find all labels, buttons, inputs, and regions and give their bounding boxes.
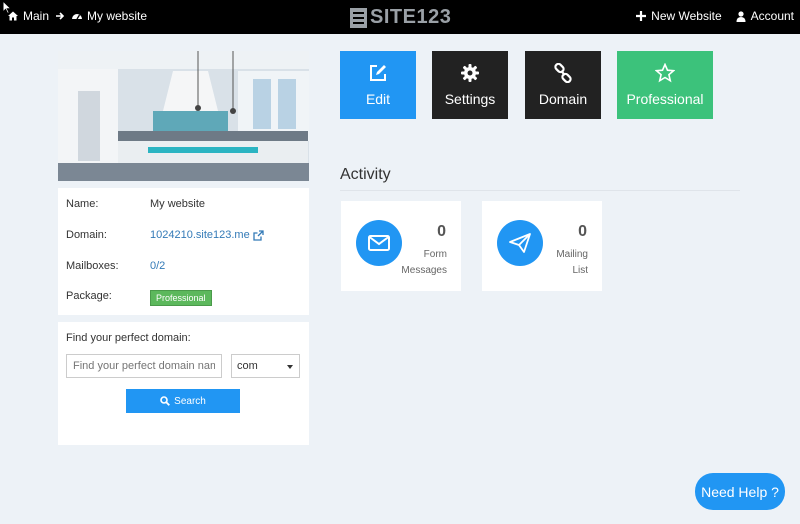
domain-label: Domain:: [66, 229, 107, 241]
new-website-link[interactable]: New Website: [636, 9, 722, 23]
site-info-card: Name: My website Domain: 1024210.site123…: [58, 188, 309, 315]
package-badge: Professional: [150, 290, 212, 306]
domain-search-input[interactable]: [66, 354, 222, 378]
domain-value: 1024210.site123.me: [150, 229, 250, 241]
top-bar: Main My website SITE123 New Website Acco…: [0, 0, 800, 34]
breadcrumb-site-label: My website: [87, 9, 148, 23]
arrow-right-icon: [56, 12, 65, 20]
search-button-label: Search: [174, 395, 206, 407]
edit-label: Edit: [365, 91, 391, 107]
settings-label: Settings: [444, 91, 496, 107]
professional-button[interactable]: Professional: [617, 51, 713, 119]
site123-logo[interactable]: SITE123: [350, 6, 451, 29]
plus-icon: [636, 11, 647, 21]
kitchen-photo: [58, 51, 309, 181]
account-link[interactable]: Account: [736, 9, 794, 23]
activity-title: Activity: [340, 166, 391, 183]
caret-down-icon: [287, 365, 293, 369]
form-messages-label-line2: Messages: [401, 265, 447, 276]
dashboard-icon: [72, 14, 83, 20]
form-messages-label: Form Messages: [387, 247, 447, 279]
mailing-list-card[interactable]: 0 Mailing List: [482, 201, 602, 291]
breadcrumb-main[interactable]: Main: [7, 9, 49, 23]
name-value: My website: [150, 198, 206, 210]
user-icon: [736, 10, 746, 22]
name-label: Name:: [66, 198, 99, 210]
package-row: Package: Professional: [66, 290, 212, 306]
gear-icon: [461, 64, 479, 82]
account-label: Account: [750, 9, 794, 23]
breadcrumb-main-label: Main: [23, 9, 50, 23]
edit-icon: [370, 65, 386, 81]
mouse-cursor-icon: [2, 0, 12, 14]
domain-button[interactable]: Domain: [525, 51, 601, 119]
form-messages-card[interactable]: 0 Form Messages: [341, 201, 461, 291]
tld-select[interactable]: com: [231, 354, 300, 378]
domain-link[interactable]: 1024210.site123.me: [150, 229, 264, 241]
star-icon: [655, 63, 675, 83]
professional-label: Professional: [626, 91, 704, 107]
breadcrumb-site[interactable]: My website: [71, 9, 147, 23]
mailing-list-label-line2: List: [572, 265, 588, 276]
package-label: Package:: [66, 290, 112, 302]
logo-mark-icon: [350, 7, 367, 28]
mailboxes-row: Mailboxes: 0/2: [66, 260, 165, 272]
external-link-icon: [253, 229, 264, 241]
name-row: Name: My website: [66, 198, 205, 210]
new-website-label: New Website: [651, 9, 722, 23]
tld-value: com: [237, 360, 258, 372]
website-preview-image[interactable]: [58, 51, 309, 181]
edit-button[interactable]: Edit: [340, 51, 416, 119]
search-icon: [160, 396, 171, 406]
breadcrumb: Main My website: [7, 9, 147, 23]
mailing-list-label-line1: Mailing: [556, 249, 588, 260]
domain-row: Domain: 1024210.site123.me: [66, 229, 264, 241]
form-messages-label-line1: Form: [423, 249, 447, 260]
mailboxes-label: Mailboxes:: [66, 260, 119, 272]
need-help-button[interactable]: Need Help ?: [695, 473, 785, 510]
mailing-list-label: Mailing List: [528, 247, 588, 279]
top-right-nav: New Website Account: [636, 9, 794, 23]
search-button[interactable]: Search: [126, 389, 240, 413]
mailing-list-count: 0: [578, 223, 587, 240]
link-icon: [554, 63, 572, 83]
settings-button[interactable]: Settings: [432, 51, 508, 119]
find-domain-title: Find your perfect domain:: [66, 332, 191, 344]
mailboxes-value[interactable]: 0/2: [150, 260, 165, 272]
logo-text: SITE123: [370, 6, 452, 28]
activity-divider: [340, 190, 740, 191]
form-messages-count: 0: [437, 223, 446, 240]
find-domain-card: Find your perfect domain: com Search: [58, 322, 309, 445]
domain-label: Domain: [538, 91, 588, 107]
